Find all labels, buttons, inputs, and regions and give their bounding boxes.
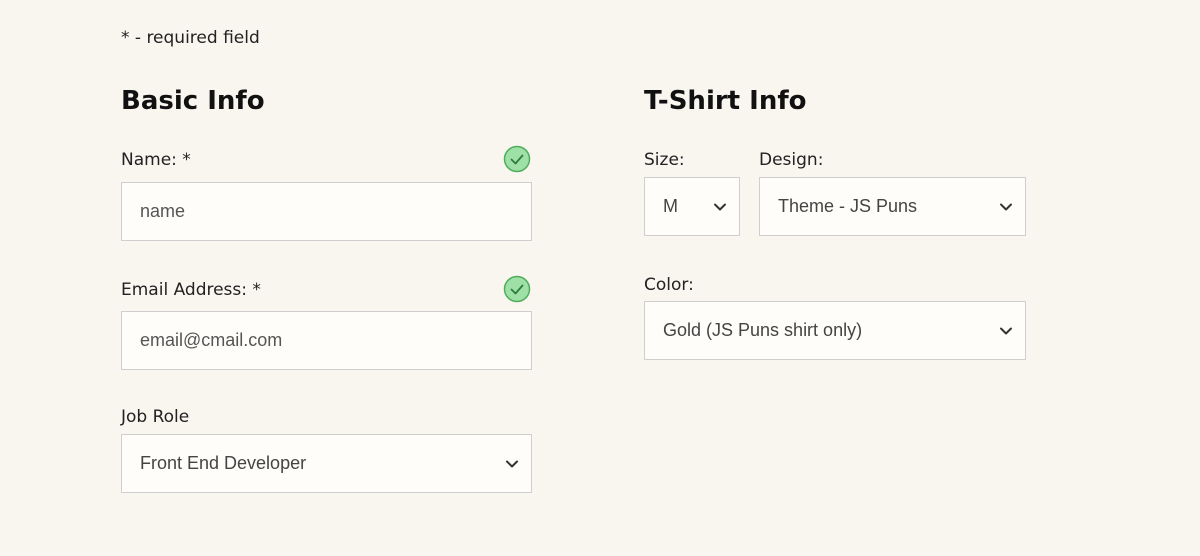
name-input[interactable]	[121, 182, 532, 241]
size-select[interactable]: M	[644, 177, 740, 236]
design-select[interactable]: Theme - JS Puns	[759, 177, 1026, 236]
design-selected-value: Theme - JS Puns	[778, 196, 918, 216]
color-label: Color:	[644, 275, 694, 295]
job-role-label: Job Role	[121, 407, 190, 427]
size-label: Size:	[644, 150, 685, 170]
tshirt-info-heading: T-Shirt Info	[644, 86, 807, 116]
size-selected-value: M	[663, 196, 678, 216]
color-select[interactable]: Gold (JS Puns shirt only)	[644, 301, 1026, 360]
chevron-down-icon	[714, 203, 726, 210]
required-field-note: * - required field	[121, 28, 260, 48]
chevron-down-icon	[506, 460, 518, 467]
chevron-down-icon	[1000, 327, 1012, 334]
email-label: Email Address: *	[121, 280, 261, 300]
name-valid-check-icon	[503, 145, 531, 173]
color-selected-value: Gold (JS Puns shirt only)	[663, 320, 863, 340]
chevron-down-icon	[1000, 203, 1012, 210]
email-input[interactable]	[121, 311, 532, 370]
job-role-select[interactable]: Front End Developer	[121, 434, 532, 493]
job-role-selected-value: Front End Developer	[140, 453, 307, 473]
basic-info-heading: Basic Info	[121, 86, 265, 116]
name-label: Name: *	[121, 150, 191, 170]
design-label: Design:	[759, 150, 824, 170]
email-valid-check-icon	[503, 275, 531, 303]
